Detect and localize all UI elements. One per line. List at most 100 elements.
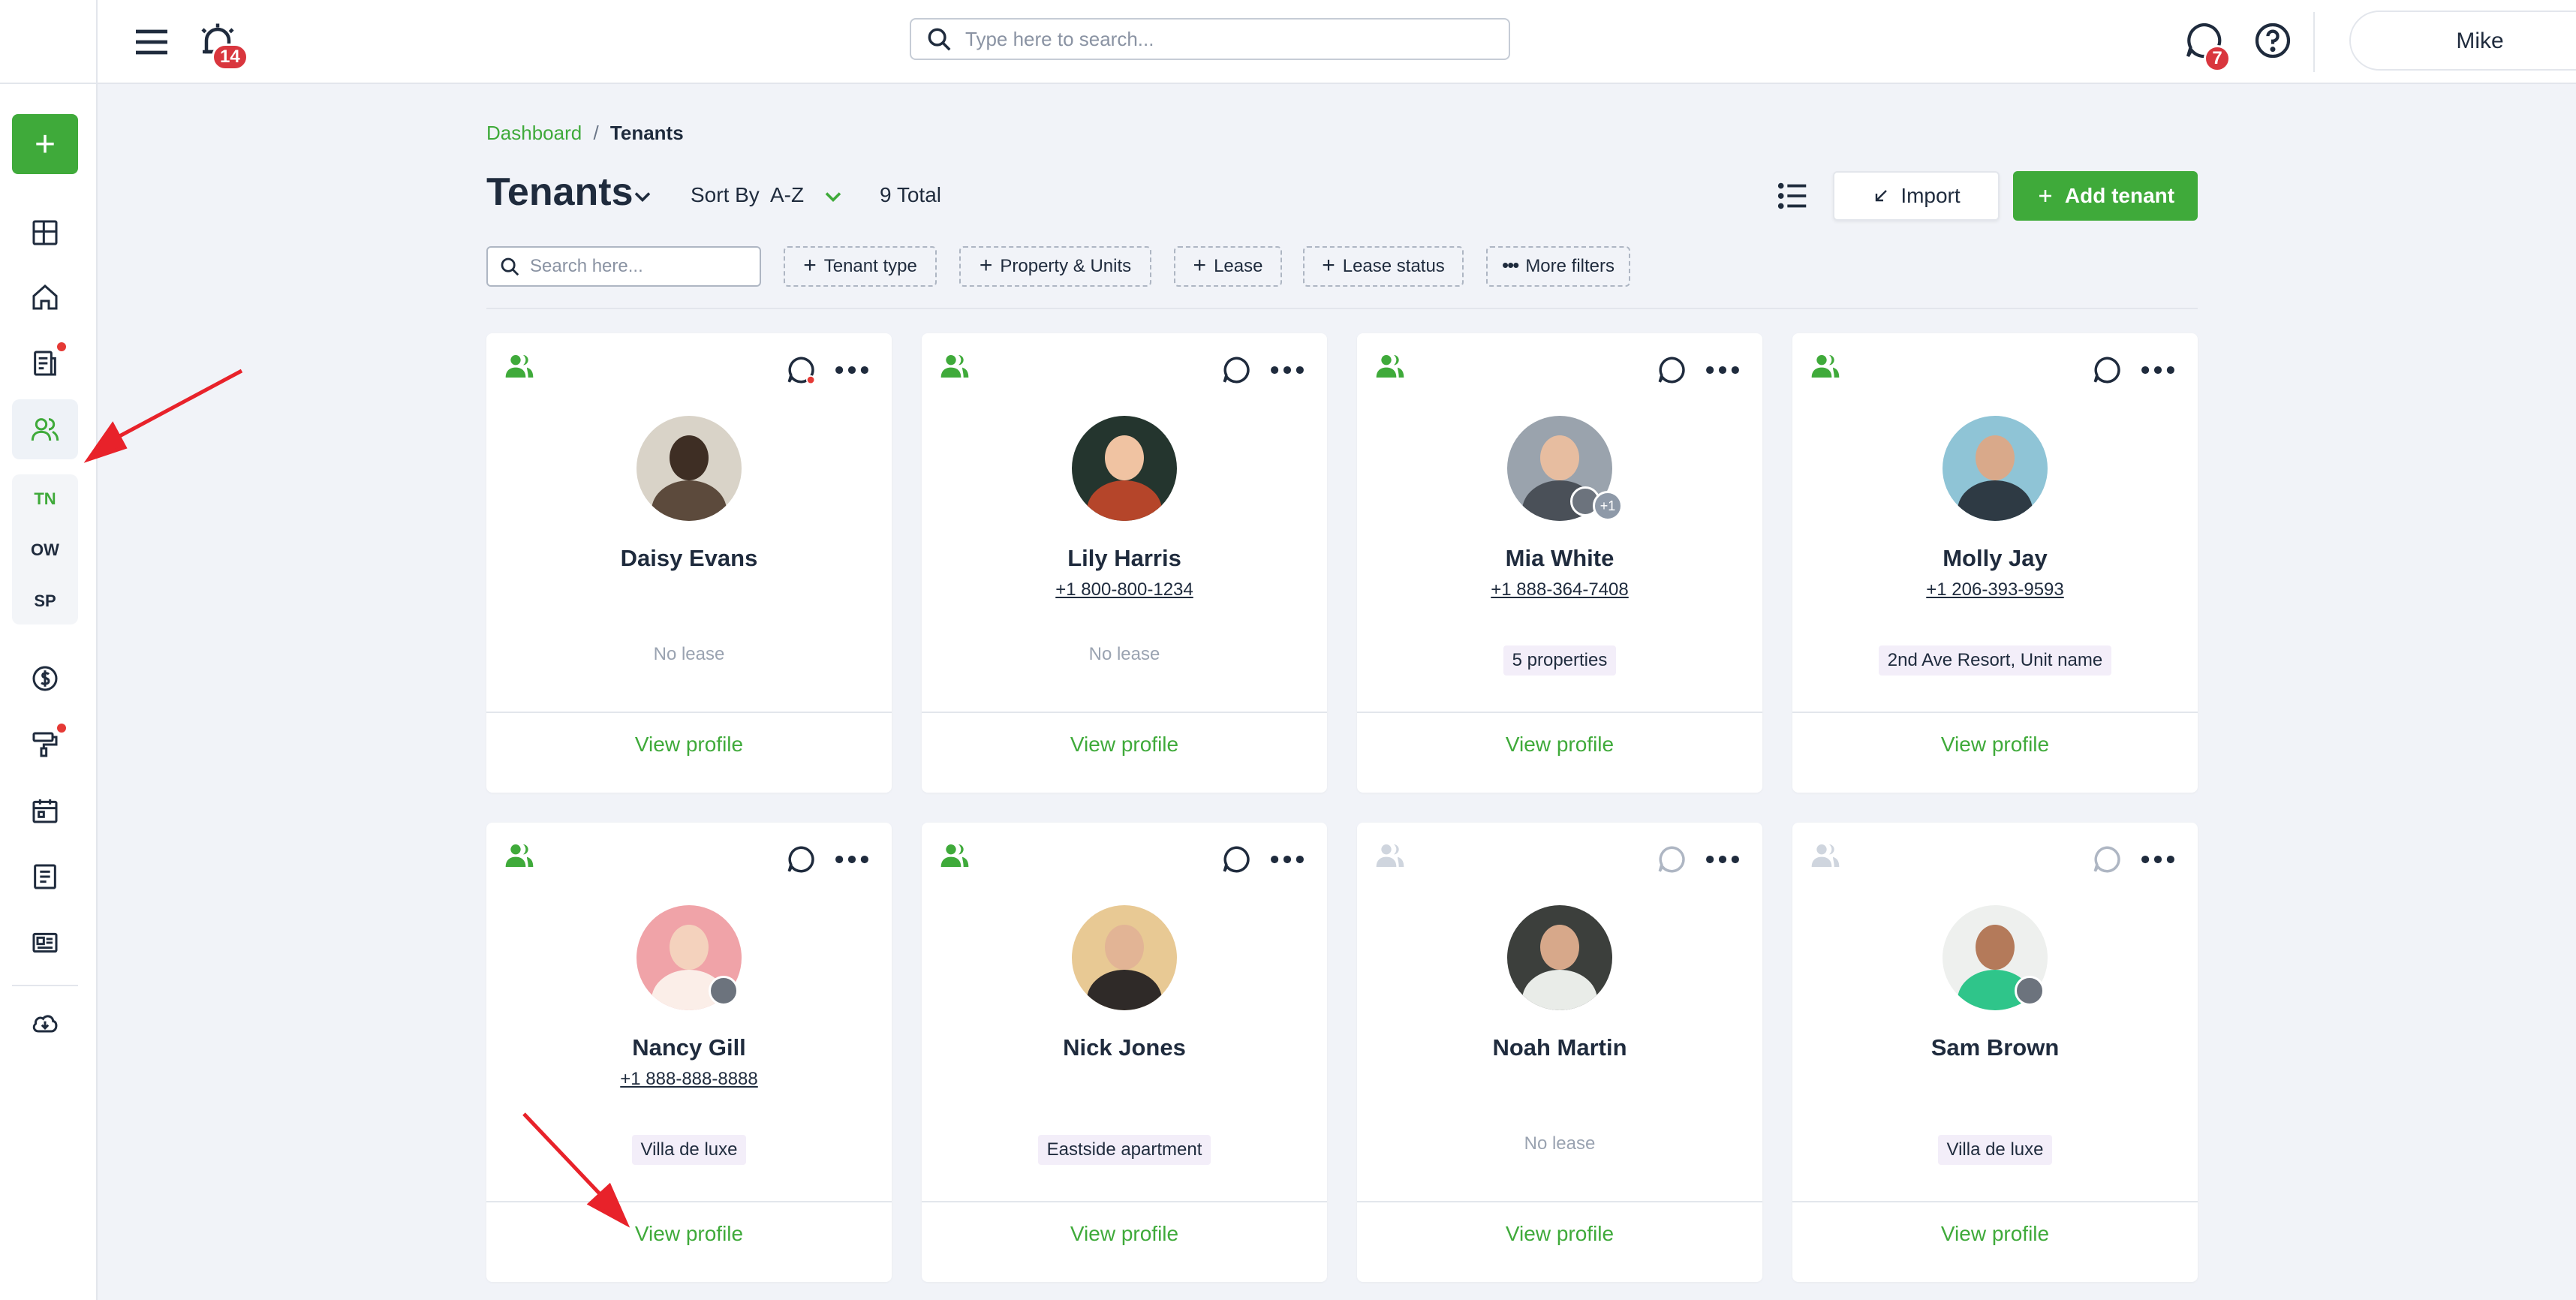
sidebar-item-dashboard[interactable] [12,203,78,263]
filter-lease[interactable]: + Lease [1174,246,1282,287]
sidebar-item-calendar[interactable] [12,781,78,841]
chat-bubble-icon[interactable] [785,354,817,386]
tenant-name[interactable]: Molly Jay [1792,545,2198,572]
tenant-status-icon [940,844,969,867]
tenant-name[interactable]: Noah Martin [1357,1034,1762,1061]
quick-add-button[interactable]: + [12,114,78,174]
more-options-icon[interactable] [1702,354,1743,386]
global-search[interactable] [910,18,1510,60]
sidebar-item-properties[interactable] [12,267,78,327]
sort-value[interactable]: A-Z [770,183,804,207]
dashboard-grid-icon [32,220,58,245]
left-sidebar: + TN OW SP [0,0,98,1300]
tenant-status-icon [1811,355,1840,378]
lease-tag[interactable]: Eastside apartment [1037,1135,1211,1165]
chat-bubble-icon[interactable] [1220,844,1252,875]
add-tenant-button[interactable]: Add tenant [2013,171,2198,221]
tenant-name[interactable]: Sam Brown [1792,1034,2198,1061]
sidebar-item-reports[interactable] [12,847,78,907]
tenant-avatar[interactable] [1072,416,1177,521]
page-title[interactable]: Tenants [486,170,633,215]
tenant-avatar[interactable] [1507,905,1612,1010]
paint-roller-icon [32,732,58,757]
view-profile-link[interactable]: View profile [922,1222,1327,1246]
view-profile-link[interactable]: View profile [486,733,892,757]
people-icon [31,418,59,441]
lease-tag[interactable]: Villa de luxe [631,1135,747,1165]
submenu-owners[interactable]: OW [12,540,78,560]
filter-tenant-type[interactable]: + Tenant type [784,246,937,287]
more-options-icon[interactable] [1702,844,1743,875]
cloud-download-icon [32,1015,58,1033]
user-menu[interactable]: Mike [2349,11,2576,71]
tenant-status-icon [1376,844,1404,867]
sidebar-item-download[interactable] [12,994,78,1054]
more-options-icon[interactable] [1267,844,1308,875]
sidebar-item-accounting[interactable] [12,648,78,709]
lease-tag[interactable]: 5 properties [1503,645,1617,676]
topbar-separator [2313,12,2315,72]
document-icon [34,351,56,376]
plus-icon: + [1193,252,1207,278]
lease-tag[interactable]: 2nd Ave Resort, Unit name [1878,645,2112,676]
submenu-tenants[interactable]: TN [12,489,78,509]
chevron-down-icon[interactable] [629,183,656,210]
lease-tag[interactable]: Villa de luxe [1937,1135,2053,1165]
tenant-search-input[interactable] [530,256,755,277]
list-view-icon[interactable] [1776,179,1810,213]
chat-bubble-icon[interactable] [2091,354,2123,386]
filter-more[interactable]: ••• More filters [1486,246,1630,287]
tenant-name[interactable]: Nick Jones [922,1034,1327,1061]
global-search-input[interactable] [965,27,1491,51]
more-options-icon[interactable] [832,354,872,386]
filter-property-units[interactable]: + Property & Units [959,246,1151,287]
sidebar-item-people[interactable] [12,399,78,459]
tenant-avatar[interactable] [1943,416,2048,521]
hamburger-menu-icon[interactable] [131,21,173,63]
tenant-avatar[interactable] [636,416,742,521]
sidebar-item-maintenance[interactable] [12,715,78,775]
more-options-icon[interactable] [832,844,872,875]
chat-bubble-icon[interactable] [1656,844,1687,875]
tenant-phone[interactable]: +1 888-888-8888 [486,1069,892,1090]
lease-status: No lease [1088,644,1160,664]
import-button[interactable]: Import [1833,171,2000,221]
tenant-card: Nancy Gill +1 888-888-8888 Villa de luxe… [486,823,892,1282]
chat-bubble-icon[interactable] [785,844,817,875]
tenant-name[interactable]: Daisy Evans [486,545,892,572]
view-profile-link[interactable]: View profile [1792,733,2198,757]
more-options-icon[interactable] [2138,844,2178,875]
chat-bubble-icon[interactable] [1656,354,1687,386]
tenant-card: Noah Martin No lease View profile [1357,823,1762,1282]
filter-lease-status[interactable]: + Lease status [1303,246,1464,287]
view-profile-link[interactable]: View profile [922,733,1327,757]
tenant-card: Nick Jones Eastside apartment View profi… [922,823,1327,1282]
tenant-phone[interactable]: +1 206-393-9593 [1792,579,2198,600]
view-profile-link[interactable]: View profile [1357,1222,1762,1246]
tenant-phone[interactable]: +1 800-800-1234 [922,579,1327,600]
submenu-service-pros[interactable]: SP [12,591,78,611]
tenant-name[interactable]: Mia White [1357,545,1762,572]
view-profile-link[interactable]: View profile [1357,733,1762,757]
sort-chevron-down-icon[interactable] [820,183,847,210]
tenant-name[interactable]: Nancy Gill [486,1034,892,1061]
card-divider [1357,1201,1762,1202]
chat-bubble-icon[interactable] [1220,354,1252,386]
extra-tenants-count[interactable]: +1 [1593,491,1623,521]
breadcrumb-dashboard-link[interactable]: Dashboard [486,122,582,144]
plus-icon: + [34,124,56,164]
tenant-phone[interactable]: +1 888-364-7408 [1357,579,1762,600]
help-circle-icon[interactable] [2252,20,2294,62]
more-options-icon[interactable] [2138,354,2178,386]
tenant-avatar[interactable] [1072,905,1177,1010]
breadcrumb-separator: / [593,122,599,144]
plus-icon: + [1322,252,1335,278]
tenant-search[interactable] [486,246,761,287]
view-profile-link[interactable]: View profile [486,1222,892,1246]
sidebar-item-leases[interactable] [12,333,78,393]
chat-bubble-icon[interactable] [2091,844,2123,875]
sidebar-item-listings[interactable] [12,913,78,973]
view-profile-link[interactable]: View profile [1792,1222,2198,1246]
tenant-name[interactable]: Lily Harris [922,545,1327,572]
more-options-icon[interactable] [1267,354,1308,386]
